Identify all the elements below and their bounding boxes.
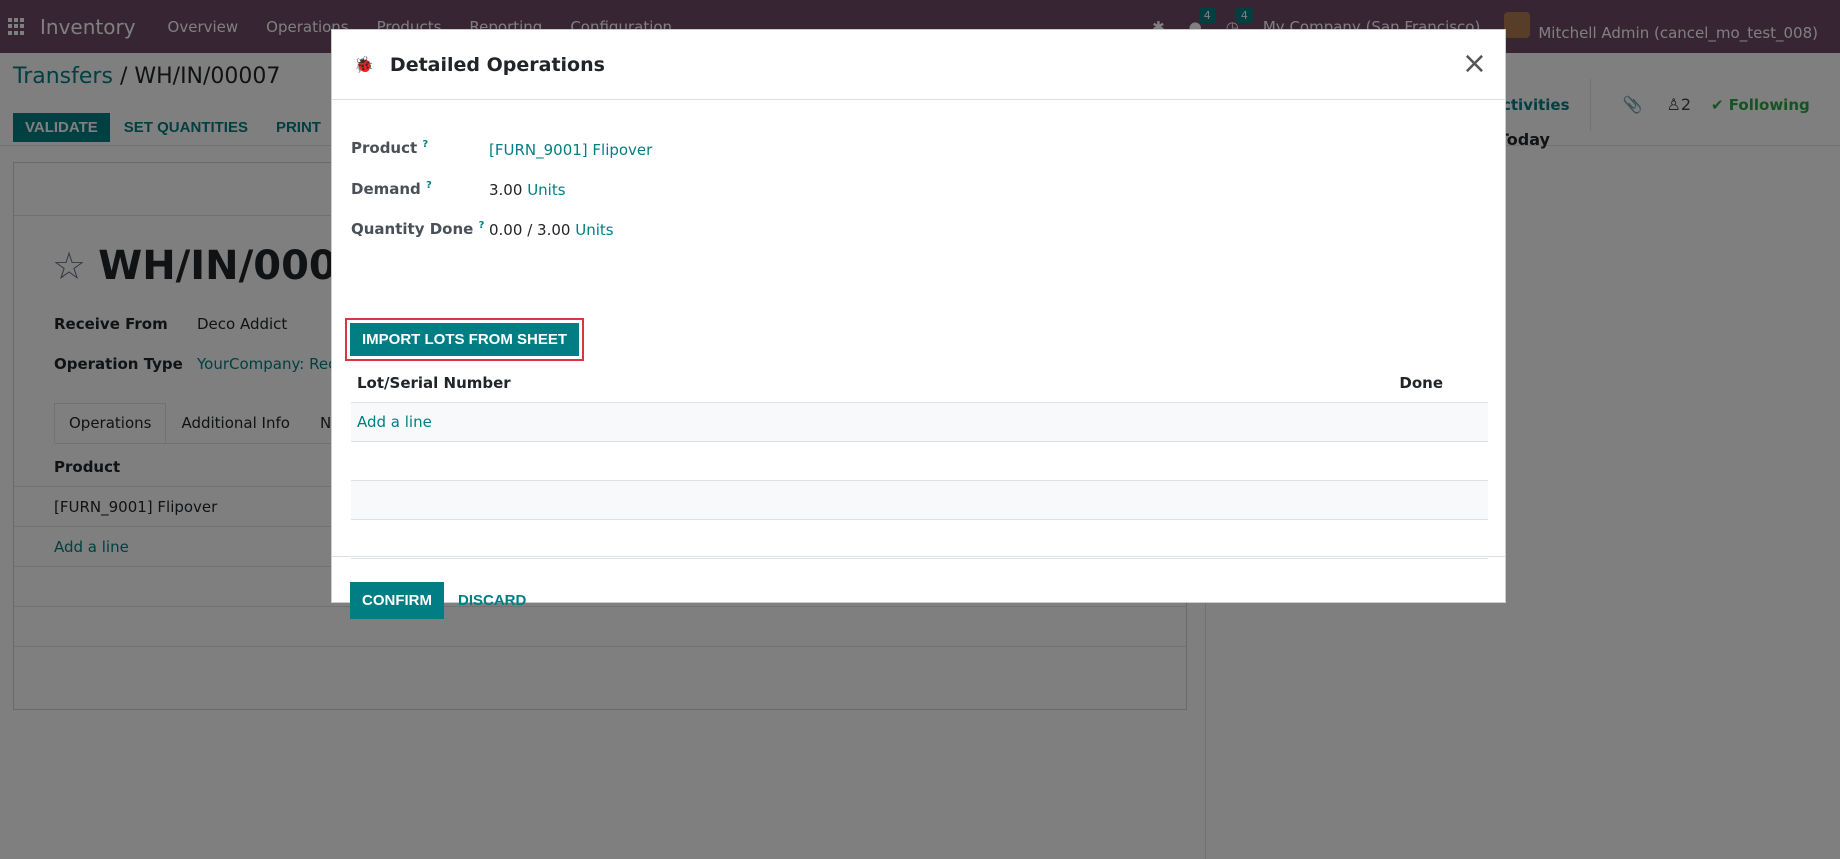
table-row-empty [351,442,1488,481]
modal-title: Detailed Operations [389,53,605,76]
help-icon[interactable]: ? [479,220,485,231]
col-lot-serial-number: Lot/Serial Number [357,374,511,392]
discard-button[interactable]: DISCARD [458,592,526,609]
demand-label: Demand ? [351,180,432,198]
col-done: Done [1399,374,1443,392]
import-button-highlight: IMPORT LOTS FROM SHEET [345,318,584,361]
modal-body: Product ? [FURN_9001] Flipover Demand ? … [332,100,1505,559]
import-lots-from-sheet-button[interactable]: IMPORT LOTS FROM SHEET [350,323,579,356]
modal-header: 🐞 Detailed Operations × [332,30,1505,100]
table-row-empty [351,520,1488,559]
detailed-operations-dialog: 🐞 Detailed Operations × Product ? [FURN_… [331,29,1506,619]
quantity-done-value: 0.00 / 3.00 Units [489,221,614,239]
add-line-link[interactable]: Add a line [357,413,432,431]
quantity-done-uom[interactable]: Units [575,221,613,239]
add-line-row: Add a line [351,403,1488,442]
close-icon[interactable]: × [1462,49,1487,79]
table-row-empty [351,481,1488,520]
confirm-button[interactable]: CONFIRM [350,581,444,619]
modal-footer: CONFIRM DISCARD [332,577,1505,623]
demand-value: 3.00 Units [489,181,566,199]
help-icon[interactable]: ? [422,139,428,150]
lot-serial-table: Lot/Serial Number Done Add a line [351,364,1488,559]
quantity-done-label: Quantity Done ? [351,220,485,238]
product-label: Product ? [351,139,429,157]
lot-table-header: Lot/Serial Number Done [351,364,1488,403]
demand-uom[interactable]: Units [527,181,565,199]
bug-icon: 🐞 [354,55,374,74]
help-icon[interactable]: ? [426,180,432,191]
product-value[interactable]: [FURN_9001] Flipover [489,141,652,159]
